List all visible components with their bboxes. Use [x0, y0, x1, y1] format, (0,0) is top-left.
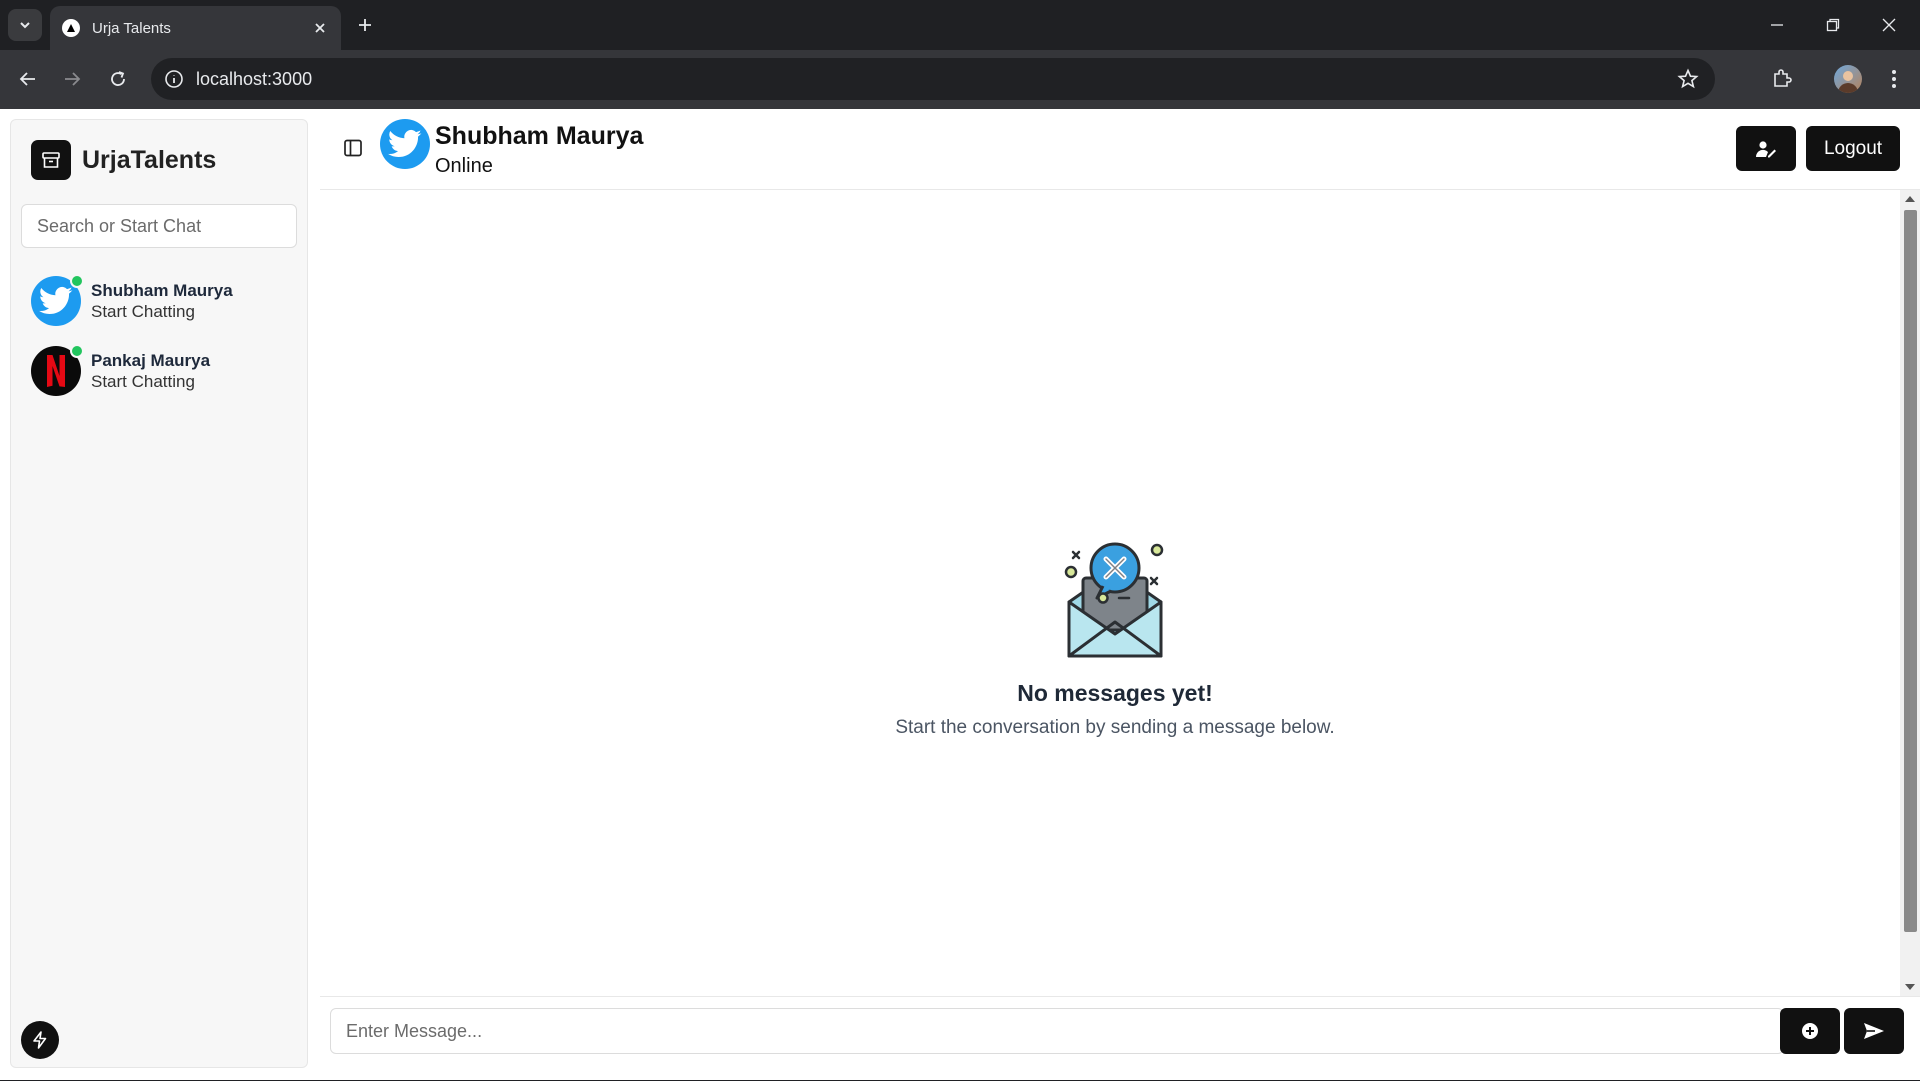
- browser-tab[interactable]: Urja Talents: [50, 6, 341, 50]
- contact-name: Pankaj Maurya: [91, 350, 211, 370]
- contact-item-pankaj[interactable]: Pankaj Maurya Start Chatting: [31, 343, 291, 399]
- restore-icon[interactable]: [1820, 12, 1846, 38]
- address-bar[interactable]: localhost:3000: [151, 58, 1715, 100]
- sidebar: UrjaTalents Shubham Maurya Start Chattin…: [10, 119, 308, 1068]
- sidebar-toggle-icon[interactable]: [342, 137, 364, 159]
- lightning-icon: [33, 1031, 47, 1049]
- app-viewport: UrjaTalents Shubham Maurya Start Chattin…: [0, 109, 1920, 1080]
- contact-item-shubham[interactable]: Shubham Maurya Start Chatting: [31, 273, 291, 329]
- search-input[interactable]: [21, 204, 297, 248]
- user-edit-icon: [1755, 140, 1776, 157]
- bookmark-star-icon[interactable]: [1677, 68, 1699, 90]
- profile-avatar[interactable]: [1834, 65, 1862, 93]
- empty-state-subtitle: Start the conversation by sending a mess…: [895, 717, 1335, 738]
- brand-name: UrjaTalents: [82, 145, 217, 174]
- contact-subtitle: Start Chatting: [91, 301, 195, 321]
- close-window-icon[interactable]: [1876, 12, 1902, 38]
- scroll-up-icon[interactable]: [1905, 196, 1915, 202]
- send-icon: [1864, 1023, 1884, 1039]
- forward-icon[interactable]: [57, 64, 87, 94]
- scrollbar[interactable]: [1900, 190, 1920, 996]
- tab-title: Urja Talents: [92, 19, 171, 37]
- empty-state: No messages yet! Start the conversation …: [320, 538, 1910, 739]
- brand: UrjaTalents: [31, 140, 216, 180]
- more-menu-icon[interactable]: [1880, 65, 1908, 93]
- contact-subtitle: Start Chatting: [91, 371, 195, 391]
- url-text: localhost:3000: [196, 69, 313, 89]
- new-tab-icon[interactable]: [352, 12, 378, 38]
- message-list: No messages yet! Start the conversation …: [320, 190, 1920, 996]
- online-indicator: [70, 344, 84, 358]
- plus-circle-icon: [1802, 1023, 1818, 1039]
- back-icon[interactable]: [13, 64, 43, 94]
- minimize-icon[interactable]: [1764, 12, 1790, 38]
- online-indicator: [70, 274, 84, 288]
- chat-contact-status: Online: [435, 155, 493, 177]
- archive-box-icon: [31, 140, 71, 180]
- favicon-icon: [62, 19, 80, 37]
- attach-button[interactable]: [1780, 1008, 1840, 1054]
- contact-name: Shubham Maurya: [91, 280, 233, 300]
- message-input[interactable]: [330, 1008, 1784, 1054]
- browser-toolbar: localhost:3000: [0, 50, 1920, 109]
- chat-contact-name: Shubham Maurya: [435, 122, 644, 150]
- chat-header: Shubham Maurya Online Logout: [320, 109, 1920, 190]
- avatar: [31, 274, 84, 326]
- avatar: [31, 344, 84, 396]
- empty-mail-illustration-icon: [1064, 542, 1164, 658]
- edit-profile-button[interactable]: [1736, 126, 1796, 171]
- chat-panel: Shubham Maurya Online Logout No messages…: [320, 109, 1920, 1080]
- empty-state-title: No messages yet!: [1017, 680, 1213, 706]
- reload-icon[interactable]: [103, 64, 133, 94]
- message-composer: [320, 996, 1920, 1081]
- browser-tab-bar: Urja Talents: [0, 0, 1920, 50]
- chevron-down-icon: [20, 22, 30, 29]
- scroll-thumb[interactable]: [1904, 210, 1917, 932]
- scroll-down-icon[interactable]: [1905, 984, 1915, 990]
- close-tab-icon[interactable]: [309, 17, 331, 39]
- send-button[interactable]: [1844, 1008, 1904, 1054]
- twitter-logo-icon: [380, 119, 430, 169]
- extensions-icon[interactable]: [1768, 65, 1796, 93]
- bolt-button[interactable]: [21, 1021, 59, 1059]
- tab-search-button[interactable]: [8, 9, 42, 41]
- logout-button[interactable]: Logout: [1806, 126, 1900, 171]
- site-info-icon[interactable]: [163, 68, 185, 90]
